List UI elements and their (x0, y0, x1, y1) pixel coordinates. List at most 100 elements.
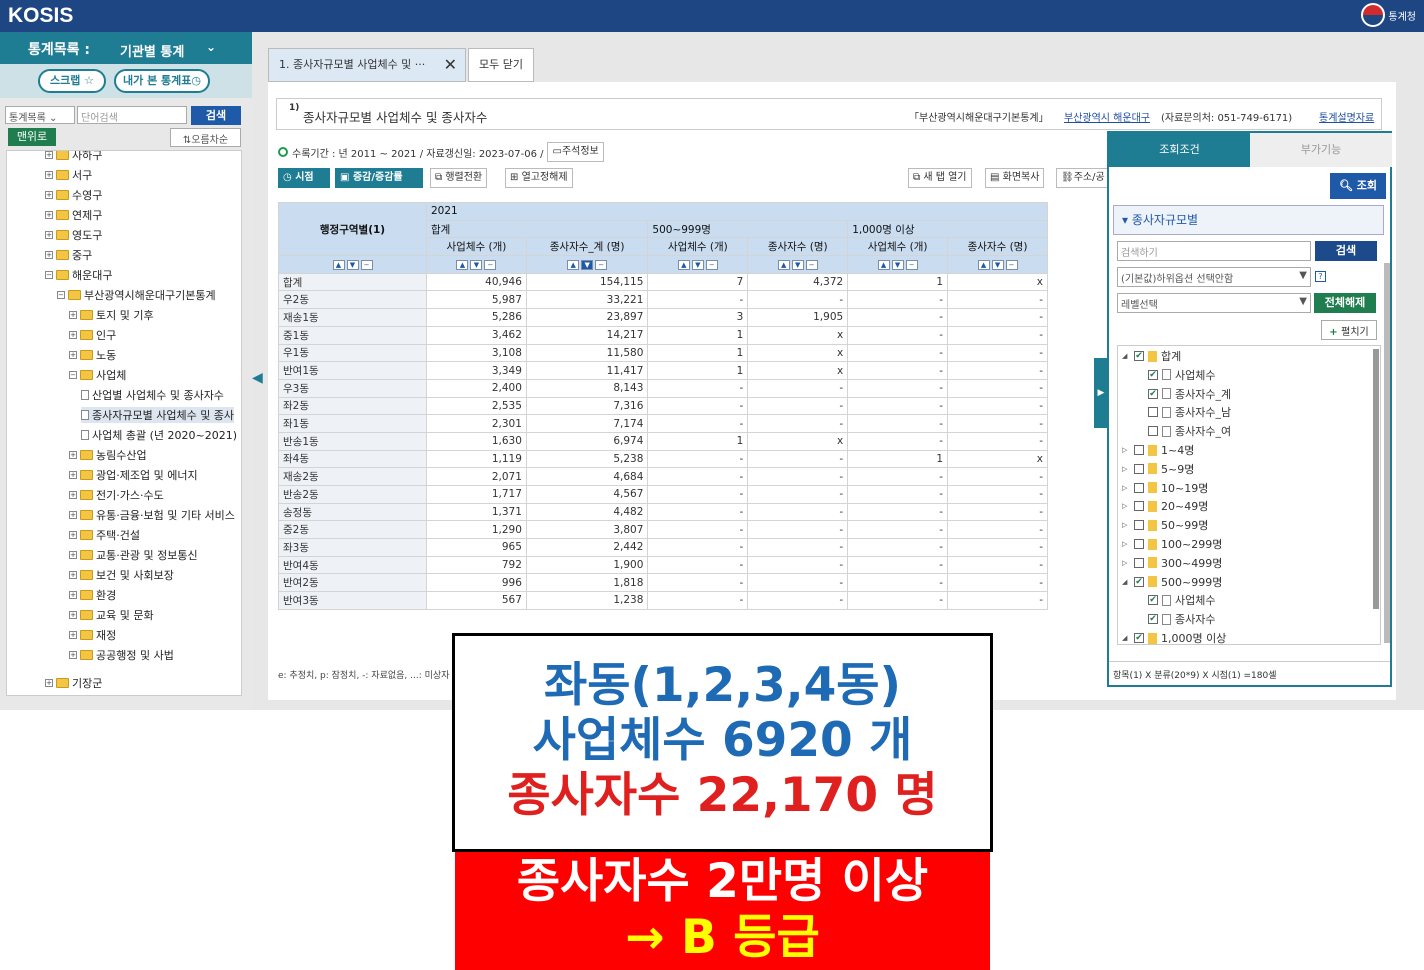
expand-toggle-icon[interactable]: + (69, 551, 77, 559)
item-node[interactable]: ✔ 사업체수 (1136, 367, 1215, 383)
new-tab-button[interactable]: ⧉ 새 탭 열기 (908, 168, 972, 188)
tab-extra-functions[interactable]: 부가기능 (1250, 133, 1392, 167)
sort-reset-icon[interactable]: − (1005, 260, 1018, 271)
checkbox[interactable]: ✔ (1134, 576, 1144, 587)
expand-toggle-icon[interactable]: + (69, 471, 77, 479)
expand-toggle-icon[interactable]: + (69, 571, 77, 579)
expand-toggle-icon[interactable]: + (69, 351, 77, 359)
tab-query-conditions[interactable]: 조회조건 (1109, 133, 1250, 167)
checkbox[interactable] (1148, 407, 1158, 418)
sort-reset-icon[interactable]: − (805, 260, 818, 271)
expand-toggle-icon[interactable]: − (69, 371, 77, 379)
expand-toggle-icon[interactable]: + (45, 191, 53, 199)
help-icon[interactable]: ? (1315, 271, 1326, 282)
tree-expander-icon[interactable]: ▷ (1122, 540, 1130, 548)
expand-toggle-icon[interactable]: + (45, 251, 53, 259)
checkbox[interactable] (1148, 426, 1158, 437)
item-node[interactable]: 종사자수_남 (1136, 404, 1231, 420)
item-search-button[interactable]: 검색 (1315, 241, 1377, 261)
tree-node[interactable]: + 영도구 (45, 227, 102, 243)
tree-node[interactable]: + 농림수산업 (69, 447, 147, 463)
clear-all-button[interactable]: 전체해제 (1314, 293, 1376, 313)
expand-toggle-icon[interactable]: + (45, 211, 53, 219)
section-size-class[interactable]: ▾ 종사자규모별 (1113, 205, 1384, 235)
sub-option-select[interactable]: (기본값)하위옵션 선택안함 ▼ (1117, 267, 1311, 287)
checkbox[interactable]: ✔ (1134, 351, 1144, 361)
checkbox[interactable] (1134, 501, 1144, 512)
query-button[interactable]: 🔍︎ 조회 (1330, 173, 1386, 199)
sort-reset-icon[interactable]: − (595, 260, 608, 271)
tree-node[interactable]: + 인구 (69, 327, 116, 343)
url-button[interactable]: ⛓주소/공 (1056, 168, 1108, 188)
sort-asc-icon[interactable]: ▲ (677, 260, 690, 271)
tree-node[interactable]: 종사자규모별 사업체수 및 종사 (81, 407, 235, 423)
sort-reset-icon[interactable]: − (705, 260, 718, 271)
sort-asc-icon[interactable]: ▲ (777, 260, 790, 271)
tree-expander-icon[interactable]: ▷ (1122, 465, 1130, 473)
sort-asc-icon[interactable]: ▲ (877, 260, 890, 271)
expand-toggle-icon[interactable]: + (69, 451, 77, 459)
tree-expander-icon[interactable]: ◢ (1122, 634, 1130, 642)
tree-node[interactable]: + 환경 (69, 587, 116, 603)
sort-desc-icon[interactable]: ▼ (991, 260, 1004, 271)
sort-desc-icon[interactable]: ▼ (891, 260, 904, 271)
chevron-down-icon[interactable]: ⌄ (206, 40, 216, 54)
sort-asc-icon[interactable]: ▲ (567, 260, 580, 271)
checkbox[interactable] (1134, 482, 1144, 493)
tree-node[interactable]: + 재정 (69, 627, 116, 643)
category-dropdown[interactable]: 기관별 통계 (120, 41, 184, 60)
item-node[interactable]: ▷ 1~4명 (1122, 442, 1194, 458)
my-stats-button[interactable]: 내가 본 통계표◷ (114, 69, 210, 93)
item-node[interactable]: ◢ ✔ 1,000명 이상 (1122, 630, 1226, 644)
expand-toggle-icon[interactable]: + (69, 611, 77, 619)
item-node[interactable]: ✔ 사업체수 (1136, 592, 1215, 608)
scrap-button[interactable]: 스크랩 ☆ (38, 69, 106, 93)
tree-node[interactable]: − 부산광역시해운대구기본통계 (57, 287, 216, 303)
level-select[interactable]: 레벨선택 ▼ (1117, 293, 1311, 313)
checkbox[interactable] (1134, 539, 1144, 549)
tree-expander-icon[interactable]: ◢ (1122, 578, 1130, 586)
tree-node[interactable]: + 공공행정 및 사법 (69, 647, 174, 663)
expand-toggle-icon[interactable]: + (45, 151, 53, 159)
expand-toggle-icon[interactable]: − (57, 291, 65, 299)
checkbox[interactable]: ✔ (1148, 369, 1158, 380)
tree-expander-icon[interactable]: ▷ (1122, 502, 1130, 510)
kosis-logo[interactable]: KOSIS (8, 4, 73, 28)
expand-toggle-icon[interactable]: + (69, 331, 77, 339)
expand-toggle-icon[interactable]: + (69, 491, 77, 499)
tree-node[interactable]: 사업체 총괄 (년 2020~2021) (81, 427, 237, 443)
sort-desc-icon[interactable]: ▼ (470, 260, 483, 271)
tree-node[interactable]: 산업별 사업체수 및 종사자수 (81, 387, 224, 403)
tree-node[interactable]: + 중구 (45, 247, 92, 263)
tree-node[interactable]: + 기장군 (45, 675, 102, 691)
item-node[interactable]: ✔ 종사자수_계 (1136, 386, 1231, 402)
sort-asc-icon[interactable]: ▲ (977, 260, 990, 271)
expand-toggle-icon[interactable]: + (69, 311, 77, 319)
sort-desc-icon[interactable]: ▼ (581, 260, 594, 271)
expand-toggle-icon[interactable]: + (45, 171, 53, 179)
expand-toggle-icon[interactable]: + (69, 591, 77, 599)
org-link[interactable]: 부산광역시 해운대구 (1064, 109, 1150, 124)
tree-node[interactable]: + 토지 및 기후 (69, 307, 154, 323)
tree-expander-icon[interactable]: ▷ (1122, 521, 1130, 529)
change-rate-button[interactable]: ▣ 증감/증감률 (335, 168, 423, 188)
go-top-button[interactable]: 맨위로 (8, 128, 56, 146)
sort-desc-icon[interactable]: ▼ (346, 260, 359, 271)
time-button[interactable]: ◷ 시점 (278, 168, 330, 188)
item-search-input[interactable]: 검색하기 (1117, 241, 1311, 261)
expand-toggle-icon[interactable]: + (69, 651, 77, 659)
item-node[interactable]: 종사자수_여 (1136, 423, 1231, 439)
close-icon[interactable]: ✕ (444, 49, 457, 81)
tree-node[interactable]: + 연제구 (45, 207, 102, 223)
close-all-button[interactable]: 모두 닫기 (468, 48, 534, 82)
tree-node[interactable]: + 수영구 (45, 187, 102, 203)
tree-node[interactable]: + 전기·가스·수도 (69, 487, 164, 503)
sort-desc-icon[interactable]: ▼ (791, 260, 804, 271)
checkbox[interactable] (1134, 520, 1144, 531)
tree-node[interactable]: + 주택·건설 (69, 527, 140, 543)
expand-all-button[interactable]: + 펼치기 (1321, 320, 1377, 340)
tree-expander-icon[interactable]: ◢ (1122, 352, 1130, 360)
unfix-column-button[interactable]: ⊞ 열고정해제 (505, 168, 573, 188)
checkbox[interactable] (1134, 463, 1144, 474)
tree-node[interactable]: + 보건 및 사회보장 (69, 567, 174, 583)
